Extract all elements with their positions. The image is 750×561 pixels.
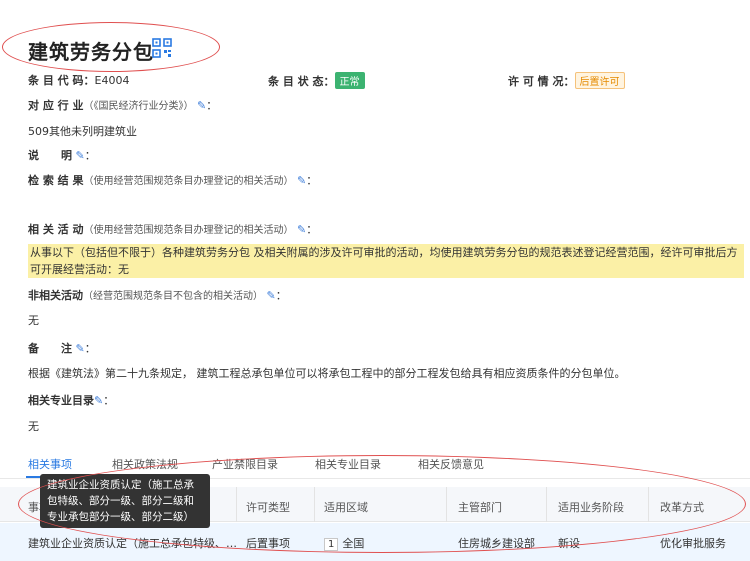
related-label: 相 关 活 动 (28, 223, 84, 236)
remark-suffix: ： (84, 342, 96, 355)
non-related-value: 无 (28, 314, 39, 327)
non-related-suffix: ： (275, 289, 287, 302)
desc-suffix: ： (84, 149, 96, 162)
industry-value: 509其他未列明建筑业 (28, 125, 137, 138)
remark-value: 根据《建筑法》第二十九条规定， 建筑工程总承包单位可以将承包工程中的部分工程发包… (28, 367, 626, 380)
annotation-ellipse (2, 22, 220, 72)
code-row: 条 目 代 码：E4004 (28, 72, 129, 88)
major-suffix: ： (103, 394, 115, 407)
edit-icon[interactable]: ✎ (297, 223, 306, 236)
annotation-ellipse (18, 455, 746, 553)
status-label: 条 目 状 态： (268, 75, 335, 88)
permit-badge: 后置许可 (574, 72, 625, 89)
industry-suffix: ： (206, 99, 218, 112)
code-label: 条 目 代 码： (28, 74, 95, 87)
tab-related-items[interactable]: 相关事项 (28, 456, 72, 472)
edit-icon[interactable]: ✎ (297, 174, 306, 187)
major-row: 相关专业目录✎： (28, 392, 114, 408)
cell-reform: 优化审批服务 (660, 537, 726, 550)
non-related-row: 非相关活动（经营范围规范条目不包含的相关活动） ✎： (28, 287, 287, 303)
industry-sub: （《国民经济行业分类》） (83, 101, 194, 112)
code-value: E4004 (94, 74, 130, 87)
edit-icon[interactable]: ✎ (76, 149, 85, 162)
major-value: 无 (28, 420, 39, 433)
search-result-sub: （使用经营范围规范条目办理登记的相关活动） (83, 176, 294, 187)
search-result-row: 检 索 结 果（使用经营范围规范条目办理登记的相关活动） ✎： (28, 172, 317, 188)
search-result-suffix: ： (306, 174, 318, 187)
remark-label: 备 注 (28, 342, 72, 355)
industry-row: 对 应 行 业（《国民经济行业分类》） ✎： (28, 97, 217, 113)
major-label: 相关专业目录 (28, 394, 94, 407)
related-row: 相 关 活 动（使用经营范围规范条目办理登记的相关活动） ✎： (28, 221, 317, 237)
search-result-label: 检 索 结 果 (28, 174, 84, 187)
permit-label: 许 可 情 况： (508, 75, 575, 88)
related-sub: （使用经营范围规范条目办理登记的相关活动） (83, 225, 294, 236)
edit-icon[interactable]: ✎ (94, 394, 103, 407)
status-badge: 正常 (334, 72, 365, 89)
remark-row: 备 注 ✎： (28, 340, 96, 356)
non-related-label: 非相关活动 (28, 289, 83, 302)
status-row: 条 目 状 态： 正常 (268, 72, 365, 89)
edit-icon[interactable]: ✎ (267, 289, 276, 302)
industry-label: 对 应 行 业 (28, 99, 84, 112)
related-value: 从事以下（包括但不限于）各种建筑劳务分包 及相关附属的涉及许可审批的活动，均使用… (28, 244, 744, 278)
edit-icon[interactable]: ✎ (197, 99, 206, 112)
edit-icon[interactable]: ✎ (76, 342, 85, 355)
desc-label: 说 明 (28, 149, 72, 162)
related-suffix: ： (306, 223, 318, 236)
desc-row: 说 明 ✎： (28, 147, 96, 163)
permit-row: 许 可 情 况： 后置许可 (508, 72, 625, 89)
non-related-sub: （经营范围规范条目不包含的相关活动） (83, 291, 263, 302)
